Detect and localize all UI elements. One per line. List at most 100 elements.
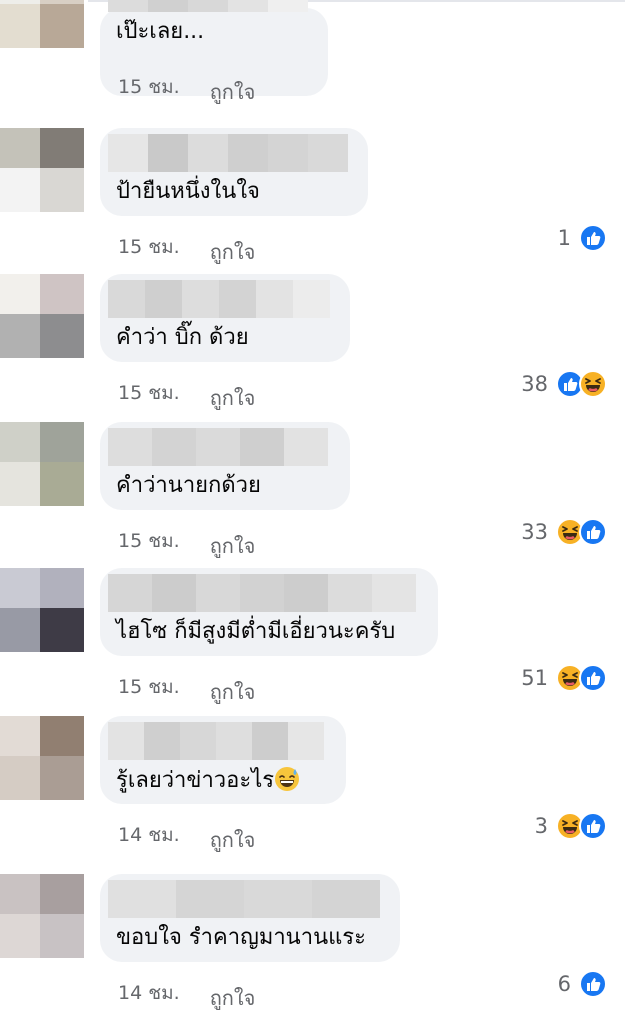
like-button[interactable]: ถูกใจ [210, 676, 256, 708]
name-blur-block [108, 574, 152, 612]
reaction-summary[interactable]: 33 [521, 518, 607, 546]
like-button[interactable]: ถูกใจ [210, 982, 256, 1014]
reaction-icons [556, 518, 607, 546]
like-button[interactable]: ถูกใจ [210, 824, 256, 856]
name-blur-block [196, 574, 240, 612]
avatar-pixel [40, 422, 84, 462]
avatar-pixel [0, 168, 40, 212]
comment-bubble: ไฮโซ ก็มีสูงมีต่ำมีเอี่ยวนะครับ [100, 568, 438, 656]
name-blur-block [219, 280, 256, 318]
reaction-count: 3 [534, 814, 548, 838]
avatar[interactable] [0, 568, 84, 652]
comment-meta: 15 ชม. ถูกใจ [118, 230, 255, 264]
name-blur-block [108, 0, 148, 12]
comment-item: คำว่านายกด้วย 15 ชม. ถูกใจ 33 [0, 418, 625, 568]
name-blur-block [240, 574, 284, 612]
like-button[interactable]: ถูกใจ [210, 530, 256, 562]
reaction-summary[interactable]: 1 [558, 224, 607, 252]
comment-text: คำว่า บิ๊ก ด้วย [116, 325, 249, 350]
name-blur-block [284, 574, 328, 612]
avatar[interactable] [0, 274, 84, 358]
comment-meta: 14 ชม. ถูกใจ [118, 818, 255, 852]
name-blur-block [148, 0, 188, 12]
avatar[interactable] [0, 422, 84, 506]
avatar[interactable] [0, 0, 84, 48]
like-button[interactable]: ถูกใจ [210, 382, 256, 414]
name-blur-block [228, 0, 268, 12]
comment-text: ป้ายืนหนึ่งในใจ [116, 179, 260, 204]
like-button[interactable]: ถูกใจ [210, 76, 256, 108]
comment-text: รู้เลยว่าข่าวอะไร [116, 766, 300, 795]
comment-text: ขอบใจ รำคาญมานานแระ [116, 925, 366, 950]
avatar-pixel [40, 874, 84, 914]
reaction-summary[interactable]: 51 [521, 664, 607, 692]
commenter-name-blurred[interactable] [108, 574, 416, 612]
comment-timestamp[interactable]: 14 ชม. [118, 978, 180, 1008]
name-blur-block [188, 0, 228, 12]
avatar-pixel [0, 314, 40, 358]
name-blur-block [188, 134, 228, 172]
avatar-pixel [0, 422, 40, 462]
name-blur-block [182, 280, 219, 318]
like-icon [579, 224, 607, 252]
name-blur-block [268, 134, 308, 172]
reaction-summary[interactable]: 6 [558, 970, 607, 998]
comment-timestamp[interactable]: 15 ชม. [118, 672, 180, 702]
commenter-name-blurred[interactable] [108, 880, 380, 918]
avatar-pixel [0, 274, 40, 314]
avatar-pixel [40, 568, 84, 608]
comment-timestamp[interactable]: 15 ชม. [118, 72, 180, 102]
avatar-pixel [0, 874, 40, 914]
comment-item: เป๊ะเลย... 15 ชม. ถูกใจ [0, 0, 625, 114]
reaction-count: 1 [557, 226, 571, 250]
avatar-pixel [40, 608, 84, 652]
like-button[interactable]: ถูกใจ [210, 236, 256, 268]
reaction-icons [579, 970, 607, 998]
name-blur-block [196, 428, 240, 466]
avatar[interactable] [0, 874, 84, 958]
reaction-icons [556, 812, 607, 840]
avatar-pixel [40, 914, 84, 958]
comment-meta: 15 ชม. ถูกใจ [118, 70, 255, 104]
name-blur-block [288, 722, 324, 760]
name-blur-block [372, 574, 416, 612]
reaction-count: 6 [557, 972, 571, 996]
comment-bubble: คำว่า บิ๊ก ด้วย [100, 274, 350, 362]
comment-timestamp[interactable]: 15 ชม. [118, 232, 180, 262]
avatar-pixel [40, 4, 84, 48]
reaction-summary[interactable]: 3 [535, 812, 607, 840]
comment-item: ไฮโซ ก็มีสูงมีต่ำมีเอี่ยวนะครับ 15 ชม. ถูก… [0, 564, 625, 714]
reaction-summary[interactable]: 38 [521, 370, 607, 398]
avatar-pixel [0, 716, 40, 756]
name-blur-block [216, 722, 252, 760]
name-blur-block [108, 880, 176, 918]
name-blur-block [145, 280, 182, 318]
comment-meta: 15 ชม. ถูกใจ [118, 670, 255, 704]
sweat-smile-emoji [274, 767, 300, 793]
avatar-pixel [0, 608, 40, 652]
like-icon [579, 664, 607, 692]
comment-timestamp[interactable]: 14 ชม. [118, 820, 180, 850]
avatar[interactable] [0, 128, 84, 212]
commenter-name-blurred[interactable] [108, 428, 328, 466]
avatar-pixel [40, 314, 84, 358]
commenter-name-blurred[interactable] [108, 280, 330, 318]
avatar-pixel [40, 128, 84, 168]
comment-meta: 15 ชม. ถูกใจ [118, 376, 255, 410]
comment-timestamp[interactable]: 15 ชม. [118, 378, 180, 408]
name-blur-block [180, 722, 216, 760]
like-icon [579, 518, 607, 546]
comment-bubble: ป้ายืนหนึ่งในใจ [100, 128, 368, 216]
name-blur-block [312, 880, 380, 918]
commenter-name-blurred[interactable] [108, 134, 348, 172]
commenter-name-blurred[interactable] [108, 722, 324, 760]
commenter-name-blurred[interactable] [108, 0, 308, 12]
reaction-count: 33 [521, 520, 548, 544]
name-blur-block [293, 280, 330, 318]
reaction-icons [556, 664, 607, 692]
name-blur-block [256, 280, 293, 318]
name-blur-block [144, 722, 180, 760]
laugh-icon [579, 370, 607, 398]
comment-timestamp[interactable]: 15 ชม. [118, 526, 180, 556]
avatar[interactable] [0, 716, 84, 800]
